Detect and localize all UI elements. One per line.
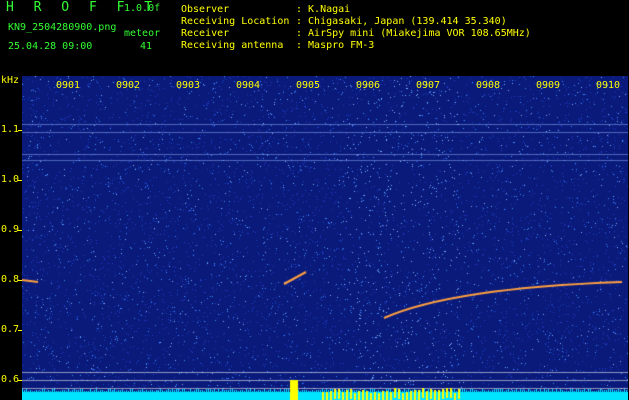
location-value: : Chigasaki, Japan (139.414 35.340): [296, 16, 507, 27]
spectrogram-canvas: [22, 76, 628, 400]
x-tick-label: 0904: [236, 80, 261, 91]
x-tick-label: 0908: [476, 80, 501, 91]
location-label: Receiving Location: [181, 16, 290, 27]
y-tick-label: 0.9: [1, 224, 20, 235]
meteor-count: 41: [140, 41, 153, 52]
y-tick-label: 0.6: [1, 374, 20, 385]
filename: KN9_2504280900.png: [8, 22, 117, 33]
observer-label: Observer: [181, 4, 230, 15]
y-tick-label: 0.8: [1, 274, 20, 285]
x-tick-label: 0903: [176, 80, 201, 91]
antenna-label: Receiving antenna: [181, 40, 284, 51]
x-tick-label: 0901: [56, 80, 81, 91]
header-panel: H R O F F T 1.0.0f KN9_2504280900.png 25…: [0, 0, 629, 76]
y-tick-label: 0.7: [1, 324, 20, 335]
x-tick-label: 0910: [596, 80, 621, 91]
x-tick-label: 0907: [416, 80, 441, 91]
x-tick-label: 0906: [356, 80, 381, 91]
antenna-value: : Maspro FM-3: [296, 40, 375, 51]
observer-value: : K.Nagai: [296, 4, 351, 15]
meteor-label: meteor: [124, 28, 161, 39]
y-tick-label: 1.1: [1, 124, 20, 135]
y-unit-label: kHz: [1, 75, 20, 86]
x-tick-label: 0905: [296, 80, 321, 91]
y-tick-label: 1.0: [1, 174, 20, 185]
x-tick-label: 0909: [536, 80, 561, 91]
receiver-label: Receiver: [181, 28, 230, 39]
datetime: 25.04.28 09:00: [8, 41, 93, 52]
waterfall-spectrogram: [22, 76, 628, 400]
receiver-value: : AirSpy mini (Miakejima VOR 108.65MHz): [296, 28, 531, 39]
x-tick-label: 0902: [116, 80, 141, 91]
version: 1.0.0f: [124, 3, 161, 14]
y-axis: kHz 1.1 1.0 0.9 0.8 0.7 0.6: [0, 76, 22, 400]
